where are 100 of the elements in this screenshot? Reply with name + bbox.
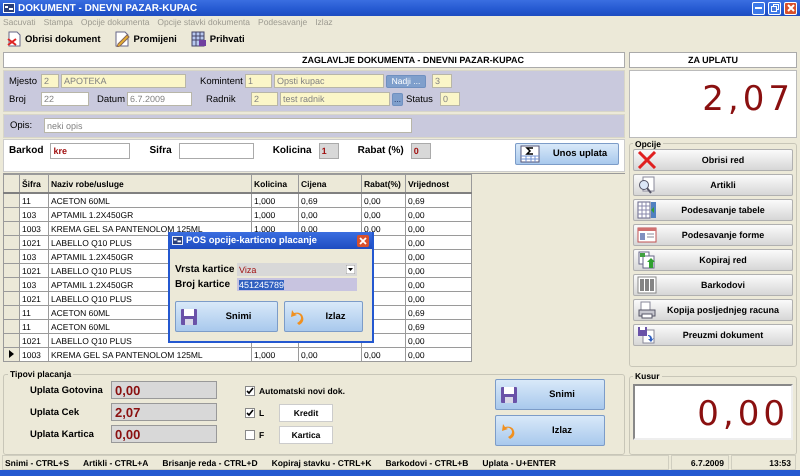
option-button[interactable]: Podesavanje tabele bbox=[633, 198, 793, 221]
field-label: Uplata Kartica bbox=[30, 428, 95, 440]
minimize-button[interactable] bbox=[752, 2, 765, 14]
x-icon bbox=[637, 150, 657, 169]
status-field[interactable]: 0 bbox=[440, 92, 460, 106]
payment-type-button[interactable]: Kartica bbox=[279, 426, 333, 444]
amount-field[interactable]: 0,00 bbox=[111, 425, 217, 444]
shortcut-hint: Kopiraj stavku - CTRL+K bbox=[272, 458, 372, 468]
section-header: ZA UPLATU bbox=[629, 52, 797, 68]
checkbox[interactable] bbox=[245, 430, 255, 440]
table-cell: 0,00 bbox=[406, 278, 472, 292]
toolbar-button[interactable]: Promijeni bbox=[114, 29, 177, 49]
column-header[interactable]: Naziv robe/usluge bbox=[48, 174, 252, 194]
table-cell: 1021 bbox=[20, 334, 48, 348]
option-button[interactable]: Artikli bbox=[633, 174, 793, 196]
checkbox-label: F bbox=[259, 430, 266, 440]
checkbox[interactable] bbox=[245, 386, 255, 396]
restore-button[interactable] bbox=[768, 2, 781, 14]
table-icon bbox=[637, 200, 657, 219]
quantity-field[interactable]: 1 bbox=[318, 142, 339, 159]
column-header[interactable]: Vrijednost bbox=[406, 174, 472, 194]
pencil-document-icon bbox=[114, 31, 130, 47]
table-cell: 0,00 bbox=[362, 348, 406, 362]
column-header[interactable]: Rabat(%) bbox=[362, 174, 406, 194]
table-cell: 0,00 bbox=[406, 348, 472, 362]
description-field[interactable]: neki opis bbox=[44, 118, 412, 134]
card-type-dropdown[interactable]: Viza bbox=[237, 263, 357, 276]
field-label: Vrsta kartice bbox=[175, 264, 236, 275]
copy-document-icon bbox=[637, 250, 657, 269]
card-number-field[interactable]: 451245789 bbox=[237, 278, 357, 291]
date-field[interactable]: 6.7.2009 bbox=[127, 92, 192, 106]
row-header[interactable] bbox=[4, 348, 20, 362]
table-cell: 1,000 bbox=[252, 208, 298, 222]
document-x-icon bbox=[6, 31, 22, 47]
table-cell: 0,00 bbox=[406, 250, 472, 264]
amount-field[interactable]: 2,07 bbox=[111, 403, 217, 422]
change-display: 0,00 bbox=[633, 384, 793, 440]
shortcut-hint: Brisanje reda - CTRL+D bbox=[162, 458, 258, 468]
close-button[interactable] bbox=[357, 234, 369, 246]
checkbox[interactable] bbox=[245, 408, 255, 418]
table-cell: KREMA GEL SA PANTENOLOM 125ML bbox=[48, 348, 252, 362]
code-field[interactable]: 2 bbox=[251, 92, 278, 106]
table-cell: 0,69 bbox=[406, 306, 472, 320]
number-field[interactable]: 3 bbox=[432, 74, 452, 88]
field-label: Broj bbox=[9, 94, 27, 105]
action-button[interactable]: Snimi bbox=[495, 379, 605, 410]
table-cell: ACETON 60ML bbox=[48, 193, 252, 208]
browse-button[interactable]: ... bbox=[392, 92, 403, 106]
sum-sheet-icon bbox=[520, 144, 540, 163]
minimize-icon bbox=[755, 7, 762, 9]
field-label: Komintent bbox=[200, 76, 244, 87]
option-button[interactable]: Obrisi red bbox=[633, 148, 793, 171]
group-title: Kusur bbox=[634, 371, 661, 382]
option-button[interactable]: Preuzmi dokument bbox=[633, 324, 793, 346]
code-field[interactable]: 1 bbox=[245, 74, 272, 88]
number-field[interactable]: 22 bbox=[41, 92, 89, 106]
shortcut-hint: Uplata - U+ENTER bbox=[482, 458, 556, 468]
table-cell: 0,00 bbox=[298, 208, 362, 222]
table-cell: 0,00 bbox=[406, 292, 472, 306]
field-label: Opis: bbox=[10, 120, 34, 132]
payment-entry-button[interactable]: Unos uplata bbox=[515, 142, 619, 165]
column-header[interactable]: Cijena bbox=[298, 174, 362, 194]
option-button[interactable]: Kopija posljednjeg racuna bbox=[633, 298, 793, 321]
table-cell: 0,00 bbox=[406, 264, 472, 278]
table-cell: 0,00 bbox=[362, 193, 406, 208]
table-cell: 0,00 bbox=[406, 236, 472, 250]
toolbar-button[interactable]: Prihvati bbox=[190, 29, 245, 49]
option-button[interactable]: Barkodovi bbox=[633, 274, 793, 296]
caret-icon bbox=[346, 265, 355, 274]
payment-type-button[interactable]: Kredit bbox=[279, 404, 333, 422]
column-header[interactable]: Kolicina bbox=[252, 174, 298, 194]
column-header[interactable]: Šifra bbox=[20, 174, 48, 194]
magnifier-document-icon bbox=[637, 176, 657, 194]
field-label: Barkod bbox=[9, 144, 44, 158]
amount-field[interactable]: 0,00 bbox=[111, 381, 217, 400]
dialog-button[interactable]: Izlaz bbox=[284, 301, 363, 332]
table-cell: 0,00 bbox=[362, 208, 406, 222]
close-button[interactable] bbox=[784, 2, 797, 14]
option-button[interactable]: Kopiraj red bbox=[633, 248, 793, 271]
discount-field[interactable]: 0 bbox=[410, 142, 431, 159]
dialog-button[interactable]: Snimi bbox=[175, 301, 278, 332]
window-icon bbox=[3, 3, 15, 13]
close-icon bbox=[786, 4, 794, 12]
option-button[interactable]: Podesavanje forme bbox=[633, 224, 793, 246]
table-cell: 0,69 bbox=[406, 320, 472, 334]
code-field[interactable]: 2 bbox=[41, 74, 59, 88]
table-cell: 1021 bbox=[20, 264, 48, 278]
barcode-icon bbox=[637, 276, 657, 294]
status-time: 13:53 bbox=[731, 455, 796, 470]
place-field[interactable]: APOTEKA bbox=[61, 74, 186, 88]
code-field[interactable] bbox=[178, 142, 254, 159]
printer-icon bbox=[637, 300, 657, 319]
table-cell: APTAMIL 1.2X450GR bbox=[48, 208, 252, 222]
shortcut-hint: Snimi - CTRL+S bbox=[5, 458, 69, 468]
action-button[interactable]: Izlaz bbox=[495, 415, 605, 446]
worker-field[interactable]: test radnik bbox=[280, 92, 390, 106]
toolbar-button[interactable]: Obrisi dokument bbox=[6, 29, 100, 49]
barcode-field[interactable]: kre bbox=[50, 142, 130, 159]
form-icon bbox=[637, 226, 657, 244]
client-field[interactable]: Opsti kupac bbox=[274, 74, 384, 88]
